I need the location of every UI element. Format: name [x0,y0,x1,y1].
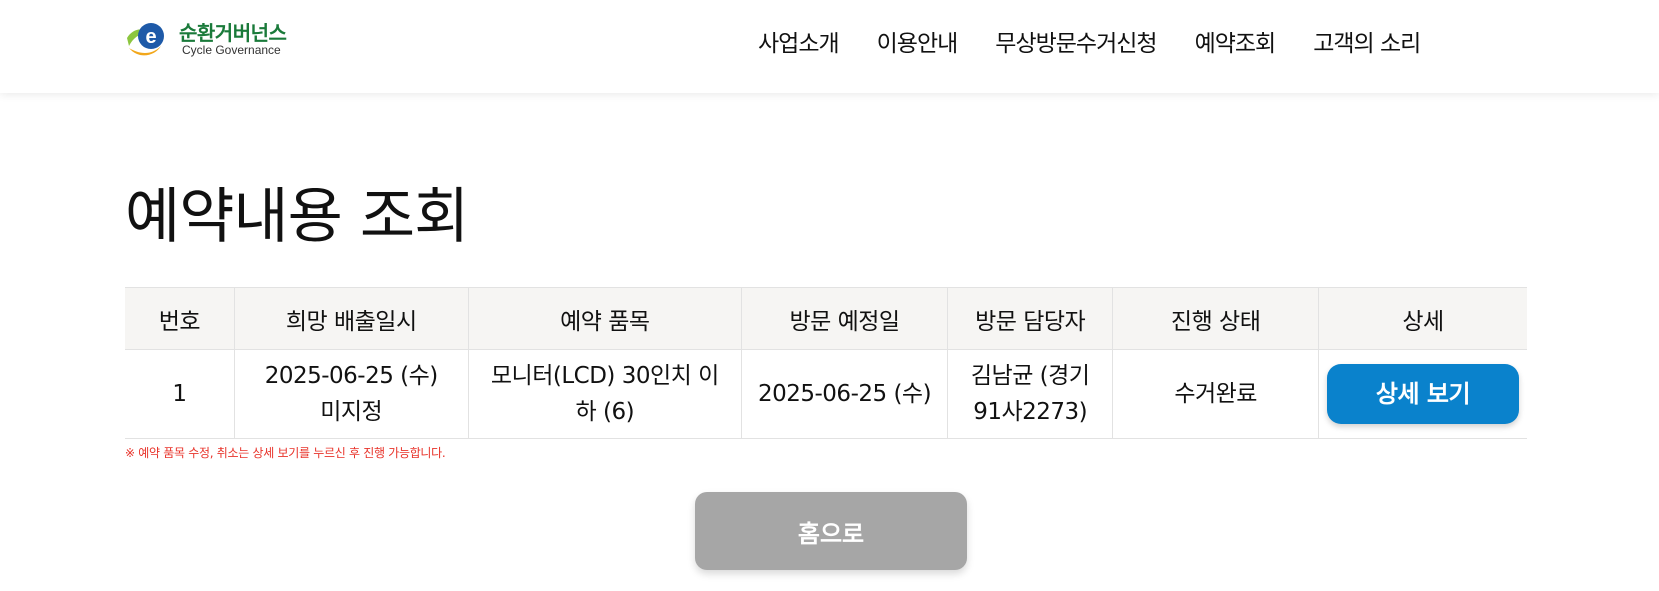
edit-cancel-notice: ※ 예약 품목 수정, 취소는 상세 보기를 누르신 후 진행 가능합니다. [125,446,446,460]
reservation-table: 번호 희망 배출일시 예약 품목 방문 예정일 방문 담당자 진행 상태 상세 … [125,287,1527,439]
site-logo[interactable]: e 순환거버넌스 Cycle Governance [125,16,305,62]
item-text-line2: 하 (6) [575,399,635,425]
column-header-item: 예약 품목 [468,287,743,350]
cell-visit-date: 2025-06-25 (수) [741,349,949,439]
column-header-staff: 방문 담당자 [947,287,1114,350]
nav-item-free-pickup-request[interactable]: 무상방문수거신청 [995,24,1157,58]
staff-text-line2: 91사2273) [973,399,1088,425]
desired-date-text: 2025-06-25 (수) [264,363,439,389]
cell-detail: 상세 보기 [1318,349,1527,439]
svg-text:e: e [145,26,156,48]
main-nav: 사업소개 이용안내 무상방문수거신청 예약조회 고객의 소리 [758,24,1421,58]
item-text-line1: 모니터(LCD) 30인치 이 [490,363,719,389]
table-row: 1 2025-06-25 (수) 미지정 모니터(LCD) 30인치 이 하 (… [125,349,1527,439]
column-header-visit-date: 방문 예정일 [741,287,949,350]
cell-status: 수거완료 [1112,349,1319,439]
column-header-detail: 상세 [1318,287,1527,350]
column-header-desired-date: 희망 배출일시 [234,287,469,350]
logo-text-ko: 순환거버넌스 [179,21,287,45]
site-header: e 순환거버넌스 Cycle Governance 사업소개 이용안내 무상방문… [0,0,1659,93]
home-button[interactable]: 홈으로 [695,492,967,570]
logo-text-en: Cycle Governance [182,43,281,57]
view-detail-button[interactable]: 상세 보기 [1326,364,1519,424]
staff-text-line1: 김남균 (경기 [970,363,1090,389]
table-header-row: 번호 희망 배출일시 예약 품목 방문 예정일 방문 담당자 진행 상태 상세 [125,287,1527,350]
nav-item-about[interactable]: 사업소개 [758,24,840,58]
page-title: 예약내용 조회 [125,182,469,252]
cell-number: 1 [125,349,235,439]
cell-staff: 김남균 (경기 91사2273) [947,349,1114,439]
cell-desired-date: 2025-06-25 (수) 미지정 [234,349,469,439]
desired-time-text: 미지정 [320,399,383,425]
column-header-status: 진행 상태 [1112,287,1319,350]
cell-item: 모니터(LCD) 30인치 이 하 (6) [468,349,743,439]
column-header-number: 번호 [125,287,235,350]
nav-item-customer-voice[interactable]: 고객의 소리 [1313,24,1421,58]
nav-item-guide[interactable]: 이용안내 [877,24,959,58]
nav-item-reservation-lookup[interactable]: 예약조회 [1195,24,1277,58]
logo-e-icon: e [127,23,164,56]
